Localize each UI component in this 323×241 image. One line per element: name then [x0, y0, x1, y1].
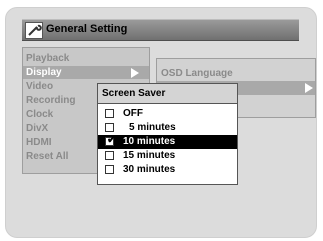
menu-item-reset-all[interactable]: Reset All [26, 151, 68, 163]
header-bar: General Setting [22, 19, 299, 41]
menu-item-display[interactable]: Display [26, 67, 62, 79]
checkbox[interactable] [105, 109, 114, 118]
checkbox[interactable] [105, 165, 114, 174]
menu-item-clock[interactable]: Clock [26, 109, 53, 121]
menu-item-hdmi[interactable]: HDMI [26, 137, 52, 149]
option-5-minutes[interactable]: 5 minutes [98, 121, 237, 135]
option-10-minutes[interactable]: ✔ 10 minutes [98, 135, 237, 149]
arrow-right-icon [131, 68, 139, 78]
option-off[interactable]: OFF [98, 107, 237, 121]
menu-item-video[interactable]: Video [26, 81, 53, 93]
option-30-minutes[interactable]: 30 minutes [98, 163, 237, 177]
option-label: OFF [123, 108, 143, 119]
arrow-right-icon [305, 83, 313, 93]
option-label: 30 minutes [123, 164, 176, 175]
option-label: 5 minutes [129, 122, 176, 133]
option-label: 10 minutes [123, 136, 176, 147]
checkbox[interactable] [105, 123, 114, 132]
option-label: 15 minutes [123, 150, 176, 161]
checkmark-icon: ✔ [107, 134, 117, 146]
menu-item-playback[interactable]: Playback [26, 53, 69, 65]
menu-item-recording[interactable]: Recording [26, 95, 75, 107]
screen-saver-dialog: Screen Saver OFF 5 minutes ✔ 10 minutes … [97, 83, 238, 185]
checkbox[interactable]: ✔ [105, 134, 117, 146]
wrench-icon [25, 22, 43, 39]
header-title: General Setting [46, 23, 128, 35]
option-15-minutes[interactable]: 15 minutes [98, 149, 237, 163]
menu-item-divx[interactable]: DivX [26, 123, 48, 135]
submenu-item-osd-language[interactable]: OSD Language [161, 68, 233, 79]
checkbox[interactable] [105, 151, 114, 160]
dialog-title-bar: Screen Saver [98, 84, 237, 104]
dialog-title: Screen Saver [102, 88, 166, 99]
